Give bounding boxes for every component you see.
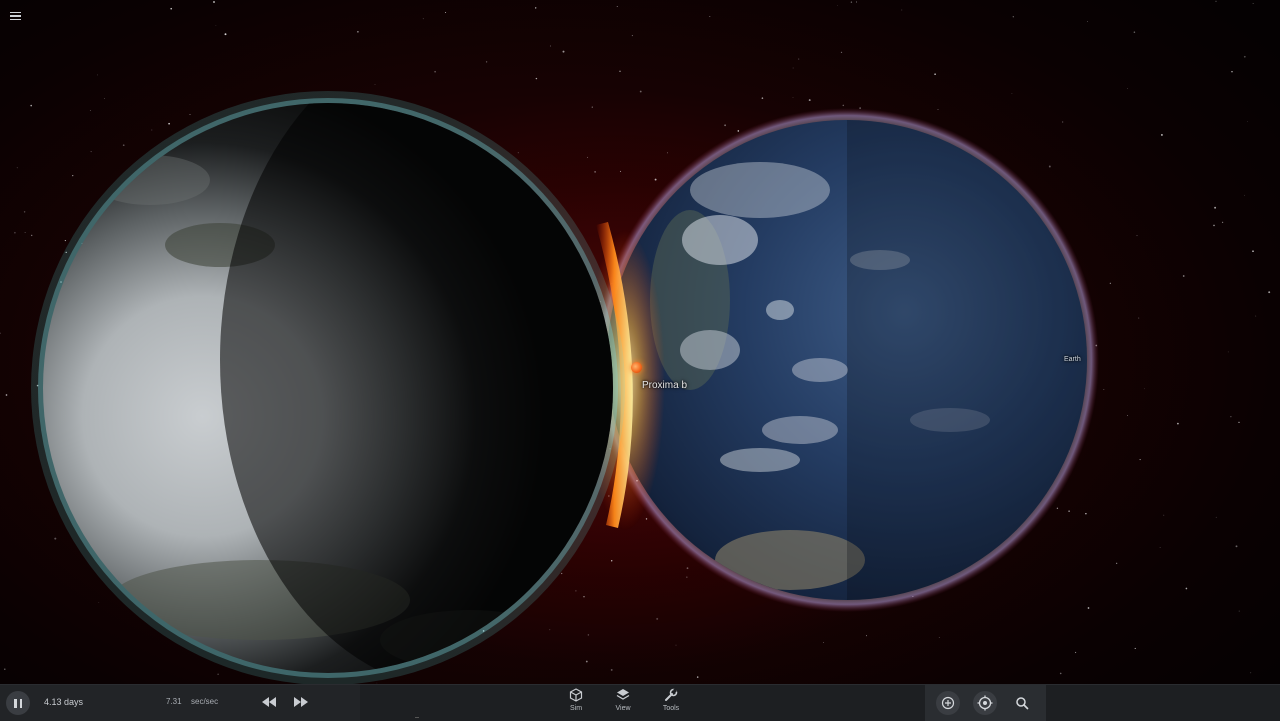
rewind-icon — [262, 697, 276, 707]
earth-label[interactable]: Earth — [1064, 356, 1081, 363]
nav-view-label: View — [615, 705, 631, 712]
simulation-speed-value[interactable]: 7.31 — [166, 697, 182, 706]
nav-tools-label: Tools — [662, 705, 680, 712]
add-object-button[interactable] — [936, 691, 960, 715]
rewind-button[interactable] — [260, 694, 278, 710]
cursor-mark — [415, 717, 419, 718]
proxima-b-label[interactable]: Proxima b — [642, 380, 687, 391]
nav-tools[interactable]: Tools — [653, 688, 689, 720]
layers-icon — [616, 689, 630, 700]
main-menu-button[interactable] — [8, 8, 24, 24]
simulation-speed-unit: sec/sec — [191, 697, 219, 706]
center-camera-button[interactable] — [973, 691, 997, 715]
nav-view[interactable]: View — [605, 688, 641, 720]
cube-icon — [569, 688, 583, 702]
main-nav: Sim View Tools — [556, 685, 696, 721]
bottom-toolbar: 4.13 days 7.31 sec/sec Sim View Tools — [0, 684, 1280, 721]
pause-button[interactable] — [6, 691, 30, 715]
simulation-viewport[interactable]: Proxima b Earth — [0, 0, 1280, 684]
search-button[interactable] — [1010, 691, 1034, 715]
nav-sim[interactable]: Sim — [558, 688, 594, 720]
simulation-time: 4.13 days — [44, 697, 84, 707]
planet-scene — [31, 91, 1099, 684]
add-circle-icon — [941, 696, 955, 710]
pause-icon — [14, 698, 17, 708]
pause-icon-bar — [19, 698, 22, 708]
camera-controls — [925, 685, 1046, 721]
wrench-icon — [665, 688, 678, 701]
proxima-b-marker[interactable] — [631, 362, 642, 373]
fast-forward-icon — [294, 697, 308, 707]
hamburger-menu-icon-line — [10, 15, 21, 17]
fast-forward-button[interactable] — [292, 694, 310, 710]
hamburger-menu-icon — [10, 11, 21, 14]
center-target-icon — [977, 695, 993, 711]
search-icon — [1016, 697, 1029, 710]
hamburger-menu-icon-line — [10, 18, 21, 21]
nav-sim-label: Sim — [569, 705, 583, 712]
